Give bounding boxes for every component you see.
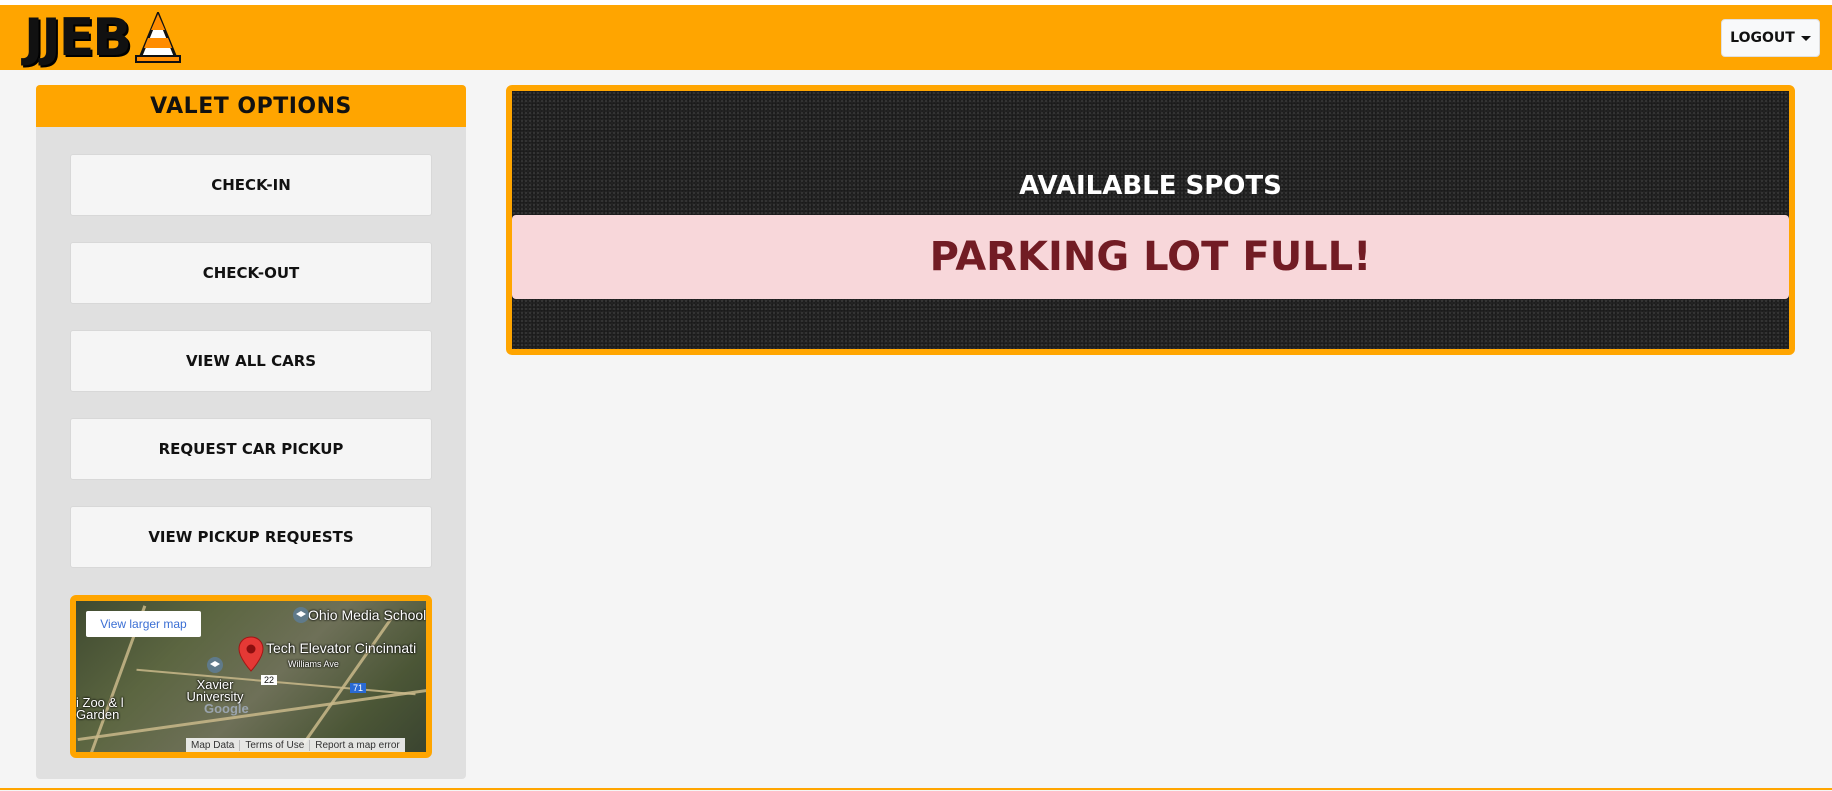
view-larger-map-link[interactable]: View larger map (86, 611, 201, 637)
check-out-button[interactable]: CHECK-OUT (70, 242, 432, 304)
map-road (300, 614, 395, 748)
route-22-shield: 22 (261, 675, 278, 685)
check-in-button[interactable]: CHECK-IN (70, 154, 432, 216)
logo-text: JJEB (24, 8, 132, 68)
location-pin-icon (238, 636, 264, 672)
view-pickup-requests-button[interactable]: VIEW PICKUP REQUESTS (70, 506, 432, 568)
map-label-zoo: i Zoo & l Garden (76, 695, 124, 722)
logout-label: LOGOUT (1730, 30, 1795, 46)
map-label-university: Xavier University (186, 677, 244, 704)
traffic-cone-icon (134, 12, 181, 63)
map-label-street: Williams Ave (288, 659, 339, 669)
map-data-link[interactable]: Map Data (186, 740, 239, 751)
university-icon (207, 657, 223, 673)
view-all-cars-button[interactable]: VIEW ALL CARS (70, 330, 432, 392)
footer-divider (0, 788, 1832, 790)
location-map[interactable]: View larger map Ohio Media School Tech E… (70, 595, 432, 758)
map-label-school: Ohio Media School (308, 607, 427, 623)
parking-lot-full-alert: PARKING LOT FULL! (512, 215, 1789, 299)
terms-of-use-link[interactable]: Terms of Use (239, 739, 309, 751)
valet-options-panel: VALET OPTIONS CHECK-IN CHECK-OUT VIEW AL… (36, 85, 466, 779)
logout-dropdown-button[interactable]: LOGOUT (1721, 19, 1820, 57)
map-footer: Map Data Terms of Use Report a map error (186, 738, 405, 752)
request-car-pickup-button[interactable]: REQUEST CAR PICKUP (70, 418, 432, 480)
route-71-shield: 71 (350, 683, 367, 693)
available-spots-panel: AVAILABLE SPOTS PARKING LOT FULL! (506, 85, 1795, 355)
map-road (77, 687, 426, 742)
google-logo: Google (204, 701, 249, 716)
school-icon (293, 607, 309, 623)
available-spots-title: AVAILABLE SPOTS (1019, 171, 1282, 201)
caret-down-icon (1800, 35, 1811, 41)
map-label-tech-elevator: Tech Elevator Cincinnati (266, 640, 417, 656)
brand-logo[interactable]: JJEB (24, 8, 184, 68)
report-map-error-link[interactable]: Report a map error (309, 739, 404, 751)
navbar: JJEB LOGOUT (0, 5, 1832, 70)
valet-options-title: VALET OPTIONS (36, 85, 466, 127)
